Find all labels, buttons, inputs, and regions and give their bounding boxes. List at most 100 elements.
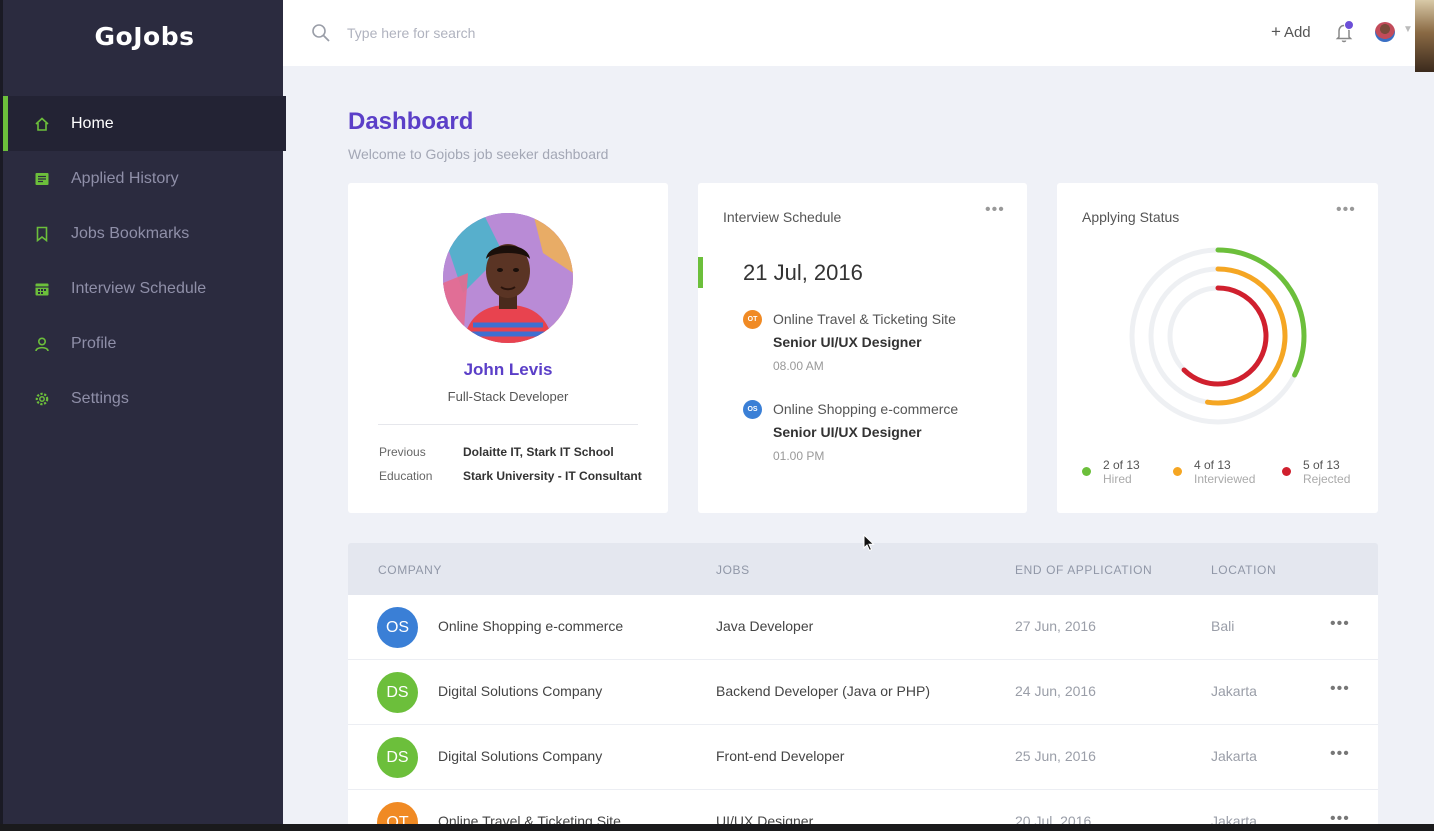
legend-rejected: 5 of 13 Rejected <box>1282 458 1350 486</box>
previous-value: Dolaitte IT, Stark IT School <box>463 445 614 459</box>
company-name[interactable]: Online Travel & Ticketing Site <box>438 813 621 824</box>
previous-label: Previous <box>379 445 426 459</box>
webcam-overlay <box>1415 0 1434 72</box>
legend-count: 4 of 13 <box>1194 458 1231 472</box>
legend-label: Rejected <box>1303 472 1351 486</box>
company-name[interactable]: Online Shopping e-commerce <box>438 618 623 634</box>
column-header-location[interactable]: LOCATION <box>1211 563 1276 577</box>
sidebar-item-jobs-bookmarks[interactable]: Jobs Bookmarks <box>3 206 286 261</box>
add-button[interactable]: + Add <box>1271 22 1311 42</box>
schedule-role: Senior UI/UX Designer <box>773 424 922 440</box>
status-rings-chart <box>1129 247 1307 425</box>
more-icon[interactable]: ••• <box>1336 201 1356 219</box>
divider <box>378 424 638 425</box>
more-icon[interactable]: ••• <box>1330 810 1350 824</box>
education-value: Stark University - IT Consultant <box>463 469 642 483</box>
end-date: 24 Jun, 2016 <box>1015 683 1096 699</box>
company-avatar: OS <box>377 607 418 648</box>
education-label: Education <box>379 469 433 483</box>
schedule-time: 01.00 PM <box>773 449 825 463</box>
legend-count: 2 of 13 <box>1103 458 1140 472</box>
calendar-icon <box>33 280 51 298</box>
sidebar-item-label: Home <box>71 114 114 132</box>
search-icon <box>311 23 331 43</box>
company-avatar: OT <box>377 802 418 824</box>
more-icon[interactable]: ••• <box>1330 745 1350 763</box>
date-accent-bar <box>698 257 703 288</box>
sidebar-item-interview-schedule[interactable]: Interview Schedule <box>3 261 286 316</box>
job-title[interactable]: Backend Developer (Java or PHP) <box>716 683 930 699</box>
column-header-company[interactable]: COMPANY <box>378 563 442 577</box>
job-title[interactable]: Java Developer <box>716 618 813 634</box>
gear-icon <box>33 390 51 408</box>
bookmark-icon <box>33 225 51 243</box>
top-bar: + Add ▼ <box>283 0 1434 66</box>
legend-dot <box>1082 467 1091 476</box>
location: Jakarta <box>1211 683 1257 699</box>
applying-status-card: Applying Status ••• 2 of 13 Hired 4 of 1… <box>1057 183 1378 513</box>
table-row[interactable]: OT Online Travel & Ticketing Site UI/UX … <box>348 790 1378 824</box>
search-input[interactable] <box>347 20 747 46</box>
job-title[interactable]: UI/UX Designer <box>716 813 813 824</box>
schedule-time: 08.00 AM <box>773 359 824 373</box>
sidebar-item-label: Interview Schedule <box>71 279 207 297</box>
end-date: 20 Jul, 2016 <box>1015 813 1092 824</box>
job-title[interactable]: Front-end Developer <box>716 748 844 764</box>
legend-label: Hired <box>1103 472 1132 486</box>
brand-logo[interactable]: GoJobs <box>3 22 286 51</box>
app-window: GoJobs Home Applied History Jobs Bookmar… <box>0 0 1434 824</box>
profile-name[interactable]: John Levis <box>348 360 668 380</box>
page-subtitle: Welcome to Gojobs job seeker dashboard <box>348 146 609 162</box>
home-icon <box>33 115 51 133</box>
legend-interviewed: 4 of 13 Interviewed <box>1173 458 1255 486</box>
more-icon[interactable]: ••• <box>985 201 1005 219</box>
profile-role: Full-Stack Developer <box>447 389 569 404</box>
end-date: 25 Jun, 2016 <box>1015 748 1096 764</box>
company-avatar: DS <box>377 737 418 778</box>
sidebar-item-label: Applied History <box>71 169 179 187</box>
end-date: 27 Jun, 2016 <box>1015 618 1096 634</box>
sidebar: GoJobs Home Applied History Jobs Bookmar… <box>0 0 286 824</box>
sidebar-item-profile[interactable]: Profile <box>3 316 286 371</box>
profile-card: John Levis Full-Stack Developer Previous… <box>348 183 668 513</box>
schedule-company[interactable]: Online Shopping e-commerce <box>773 401 958 417</box>
table-row[interactable]: DS Digital Solutions Company Backend Dev… <box>348 660 1378 725</box>
ring-rejected <box>1181 285 1269 387</box>
legend-label: Interviewed <box>1194 472 1256 486</box>
legend-count: 5 of 13 <box>1303 458 1340 472</box>
company-avatar: DS <box>377 672 418 713</box>
location: Jakarta <box>1211 748 1257 764</box>
screen-bottom-edge <box>0 824 1434 831</box>
notification-badge <box>1344 20 1354 30</box>
table-row[interactable]: OS Online Shopping e-commerce Java Devel… <box>348 595 1378 660</box>
sidebar-item-home[interactable]: Home <box>3 96 286 151</box>
chevron-down-icon[interactable]: ▼ <box>1403 24 1413 35</box>
sidebar-nav: Home Applied History Jobs Bookmarks Inte… <box>3 96 286 426</box>
sidebar-item-settings[interactable]: Settings <box>3 371 286 426</box>
location: Bali <box>1211 618 1235 634</box>
company-badge: OT <box>743 310 762 329</box>
add-button-label: Add <box>1283 23 1311 41</box>
schedule-date: 21 Jul, 2016 <box>743 260 863 285</box>
more-icon[interactable]: ••• <box>1330 680 1350 698</box>
applications-table: COMPANY JOBS END OF APPLICATION LOCATION… <box>348 543 1378 824</box>
location: Jakarta <box>1211 813 1257 824</box>
legend-hired: 2 of 13 Hired <box>1082 458 1140 486</box>
company-name[interactable]: Digital Solutions Company <box>438 748 602 764</box>
table-row[interactable]: DS Digital Solutions Company Front-end D… <box>348 725 1378 790</box>
more-icon[interactable]: ••• <box>1330 615 1350 633</box>
sidebar-item-applied-history[interactable]: Applied History <box>3 151 286 206</box>
legend-dot <box>1173 467 1182 476</box>
column-header-jobs[interactable]: JOBS <box>716 563 750 577</box>
legend-dot <box>1282 467 1291 476</box>
plus-icon: + <box>1271 22 1281 41</box>
column-header-end-of-application[interactable]: END OF APPLICATION <box>1015 563 1152 577</box>
mouse-cursor-icon <box>863 533 875 552</box>
card-title: Applying Status <box>1082 209 1180 225</box>
history-icon <box>33 170 51 188</box>
avatar[interactable] <box>1375 22 1395 42</box>
profile-photo <box>443 213 573 343</box>
sidebar-item-label: Profile <box>71 334 117 352</box>
company-name[interactable]: Digital Solutions Company <box>438 683 602 699</box>
schedule-company[interactable]: Online Travel & Ticketing Site <box>773 311 956 327</box>
